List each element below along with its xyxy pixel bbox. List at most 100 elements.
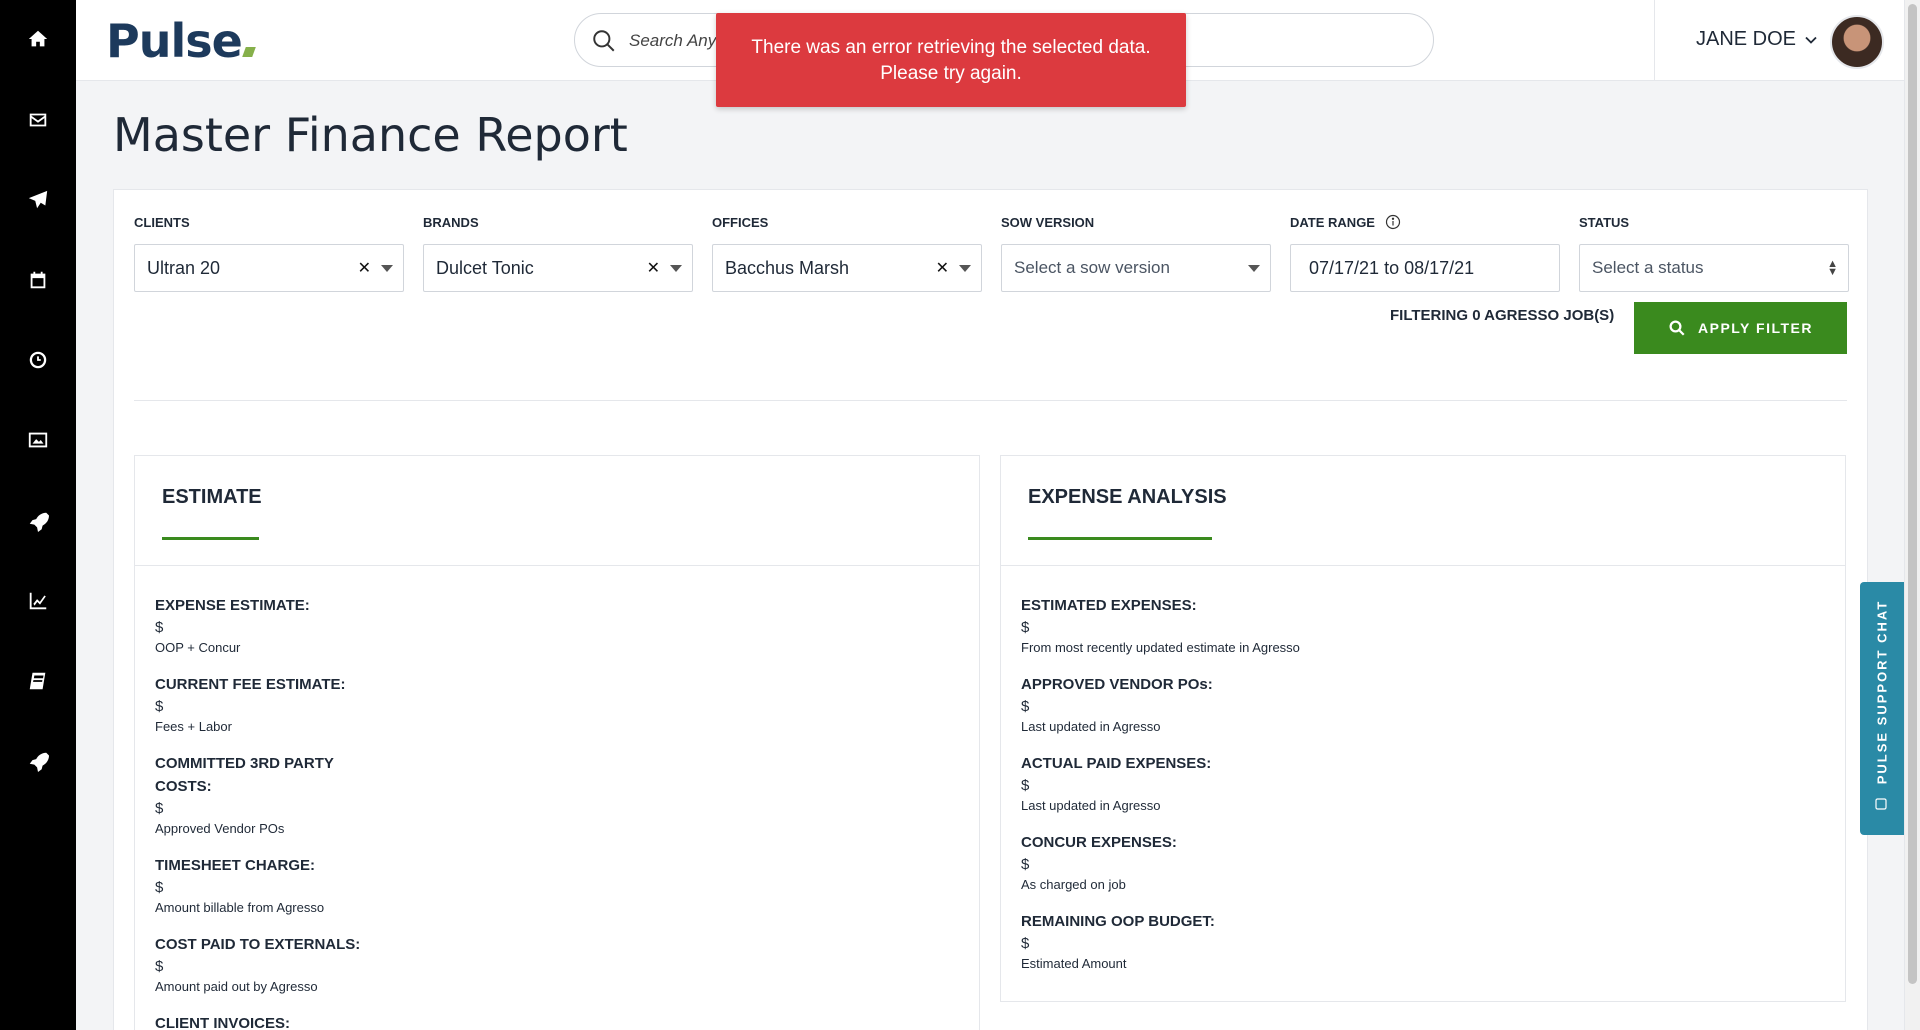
page-title: Master Finance Report <box>113 108 628 162</box>
metric-note: Approved Vendor POs <box>155 821 285 836</box>
clock-icon <box>29 351 47 369</box>
metric-label: CLIENT INVOICES: <box>155 1015 291 1030</box>
sow-version-placeholder: Select a sow version <box>1014 258 1170 277</box>
metric-label: CONCUR EXPENSES: <box>1021 834 1177 851</box>
estimate-title: ESTIMATE <box>162 486 262 508</box>
date-range-label-row: DATE RANGE <box>1290 214 1560 230</box>
clear-icon[interactable]: ✕ <box>936 258 949 278</box>
sow-version-filter: SOW VERSION Select a sow version <box>1001 214 1271 292</box>
apply-filter-button[interactable]: APPLY FILTER <box>1634 302 1847 354</box>
metric-label: ESTIMATED EXPENSES: <box>1021 597 1197 614</box>
nav-mail[interactable] <box>16 98 60 142</box>
metric-estimated-expenses: ESTIMATED EXPENSES: $ From most recently… <box>1021 594 1825 657</box>
date-range-value: 07/17/21 to 08/17/21 <box>1309 257 1475 278</box>
metric-label: EXPENSE ESTIMATE: <box>155 597 310 614</box>
status-select[interactable]: Select a status ▲ ▼ <box>1579 244 1849 292</box>
metric-value: $ <box>1021 698 1030 715</box>
expense-analysis-metrics: ESTIMATED EXPENSES: $ From most recently… <box>1001 566 1845 973</box>
clear-icon[interactable]: ✕ <box>647 258 660 278</box>
metric-note: OOP + Concur <box>155 640 241 655</box>
metric-note: From most recently updated estimate in A… <box>1021 640 1300 655</box>
estimate-card-header: ESTIMATE <box>135 456 979 566</box>
sort-arrows-icon: ▲ ▼ <box>1827 258 1838 278</box>
chevron-down-icon <box>1805 36 1817 44</box>
metric-expense-estimate: EXPENSE ESTIMATE: $ OOP + Concur <box>155 594 959 657</box>
status-filter: STATUS Select a status ▲ ▼ <box>1579 214 1849 292</box>
nav-analytics[interactable] <box>16 579 60 623</box>
metric-remaining-oop-budget: REMAINING OOP BUDGET: $ Estimated Amount <box>1021 910 1825 973</box>
support-chat-tab[interactable]: PULSE SUPPORT CHAT <box>1860 582 1904 835</box>
offices-select[interactable]: Bacchus Marsh ✕ <box>712 244 982 292</box>
metric-note: Fees + Labor <box>155 719 232 734</box>
sow-version-label: SOW VERSION <box>1001 214 1095 230</box>
rocket-icon <box>29 512 49 532</box>
brands-value: Dulcet Tonic <box>436 257 534 278</box>
estimate-card: ESTIMATE EXPENSE ESTIMATE: $ OOP + Concu… <box>134 455 980 1030</box>
expense-analysis-title: EXPENSE ANALYSIS <box>1028 486 1227 508</box>
brands-filter: BRANDS Dulcet Tonic ✕ <box>423 214 693 292</box>
status-label: STATUS <box>1579 214 1630 230</box>
metric-label: TIMESHEET CHARGE: <box>155 857 316 874</box>
logo-text: Pulse <box>106 14 243 68</box>
caret-down-icon <box>1248 264 1260 272</box>
clients-filter: CLIENTS Ultran 20 ✕ <box>134 214 404 292</box>
metric-label: APPROVED VENDOR POs: <box>1021 676 1213 693</box>
scrollbar-thumb[interactable] <box>1908 4 1917 984</box>
metric-label: COMMITTED 3RD PARTY <box>155 755 334 772</box>
brands-select[interactable]: Dulcet Tonic ✕ <box>423 244 693 292</box>
offices-filter: OFFICES Bacchus Marsh ✕ <box>712 214 982 292</box>
date-range-label: DATE RANGE <box>1290 214 1375 230</box>
toast-line-1: There was an error retrieving the select… <box>751 37 1151 58</box>
date-range-filter: DATE RANGE 07/17/21 to 08/17/21 <box>1290 214 1560 292</box>
metric-value: $ <box>155 619 164 636</box>
brands-label: BRANDS <box>423 214 479 230</box>
pulse-logo[interactable]: Pulse <box>106 14 256 68</box>
metric-cost-paid-to-externals: COST PAID TO EXTERNALS: $ Amount paid ou… <box>155 933 959 996</box>
sow-version-select[interactable]: Select a sow version <box>1001 244 1271 292</box>
metric-value: $ <box>155 958 164 975</box>
offices-value: Bacchus Marsh <box>725 257 850 278</box>
nav-calendar[interactable] <box>16 258 60 302</box>
nav-send[interactable] <box>16 178 60 222</box>
metric-label: ACTUAL PAID EXPENSES: <box>1021 755 1212 772</box>
metric-value: $ <box>1021 935 1030 952</box>
metric-value: $ <box>1021 777 1030 794</box>
offices-label: OFFICES <box>712 214 769 230</box>
clients-select[interactable]: Ultran 20 ✕ <box>134 244 404 292</box>
left-sidebar <box>0 0 76 1030</box>
metric-concur-expenses: CONCUR EXPENSES: $ As charged on job <box>1021 831 1825 894</box>
user-menu[interactable]: JANE DOE <box>1696 28 1818 51</box>
metric-actual-paid-expenses: ACTUAL PAID EXPENSES: $ Last updated in … <box>1021 752 1825 815</box>
error-toast[interactable]: There was an error retrieving the select… <box>716 13 1186 107</box>
nav-launch[interactable] <box>16 499 60 543</box>
caret-down-icon <box>670 264 682 272</box>
metric-timesheet-charge: TIMESHEET CHARGE: $ Amount billable from… <box>155 854 959 917</box>
expense-analysis-card: EXPENSE ANALYSIS ESTIMATED EXPENSES: $ F… <box>1000 455 1846 1002</box>
nav-launch-2[interactable] <box>16 739 60 783</box>
clear-icon[interactable]: ✕ <box>358 258 371 278</box>
nav-gallery[interactable] <box>16 418 60 462</box>
image-icon <box>28 432 48 448</box>
page-scrollbar[interactable] <box>1904 0 1920 1030</box>
metric-label-cont: COSTS: <box>155 778 212 795</box>
metric-note: Amount paid out by Agresso <box>155 979 318 994</box>
metric-value: $ <box>1021 856 1030 873</box>
avatar[interactable] <box>1830 15 1884 69</box>
mail-icon <box>29 113 47 127</box>
expense-analysis-card-header: EXPENSE ANALYSIS <box>1001 456 1845 566</box>
clients-value: Ultran 20 <box>147 257 221 278</box>
search-icon <box>593 30 615 52</box>
report-panel: CLIENTS Ultran 20 ✕ BRANDS Dulcet Tonic … <box>113 189 1868 1030</box>
nav-clock[interactable] <box>16 338 60 382</box>
metric-value: $ <box>1021 619 1030 636</box>
estimate-metrics: EXPENSE ESTIMATE: $ OOP + Concur CURRENT… <box>135 566 979 1030</box>
book-icon <box>29 672 46 690</box>
info-icon[interactable] <box>1385 214 1401 230</box>
section-divider <box>134 400 1847 401</box>
nav-home[interactable] <box>16 17 60 61</box>
expense-analysis-underline <box>1028 537 1212 540</box>
logo-accent <box>241 47 256 57</box>
date-range-input[interactable]: 07/17/21 to 08/17/21 <box>1290 244 1560 292</box>
caret-down-icon <box>959 264 971 272</box>
nav-library[interactable] <box>16 659 60 703</box>
